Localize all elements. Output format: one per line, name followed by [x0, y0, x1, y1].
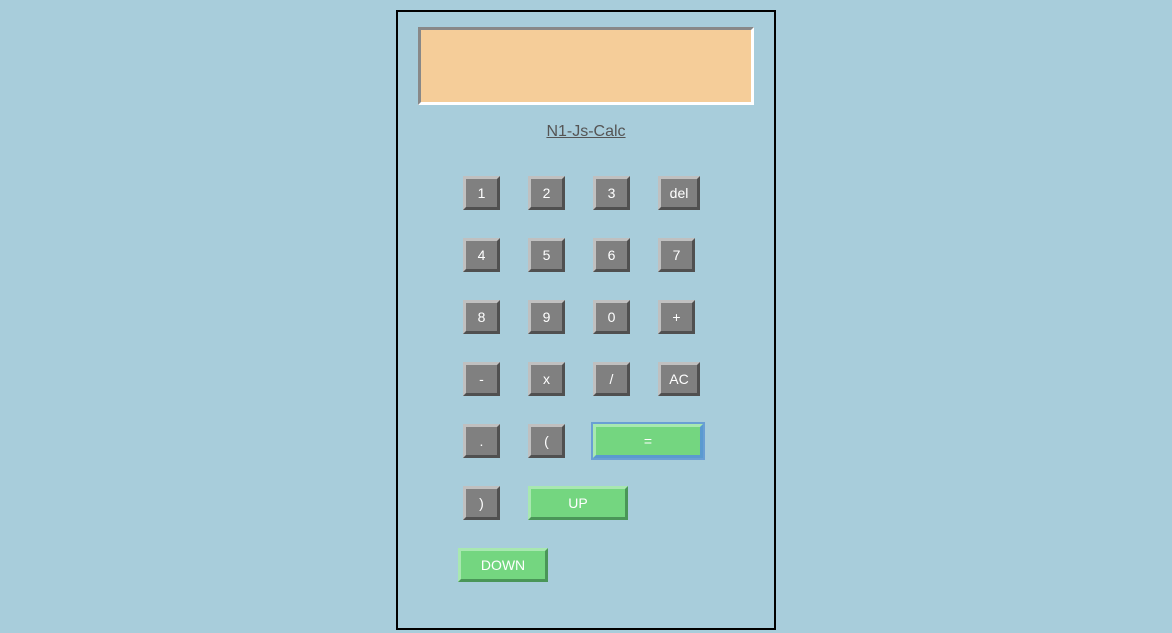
row-1: 1 2 3 del: [463, 176, 754, 210]
key-8[interactable]: 8: [463, 300, 500, 334]
key-minus[interactable]: -: [463, 362, 500, 396]
row-2: 4 5 6 7: [463, 238, 754, 272]
key-up[interactable]: UP: [528, 486, 628, 520]
key-4[interactable]: 4: [463, 238, 500, 272]
key-close-paren[interactable]: ): [463, 486, 500, 520]
key-divide[interactable]: /: [593, 362, 630, 396]
calculator-title: N1-Js-Calc: [418, 123, 754, 141]
row-6: ) UP: [463, 486, 754, 520]
key-ac[interactable]: AC: [658, 362, 700, 396]
row-5: . ( =: [463, 424, 754, 458]
key-del[interactable]: del: [658, 176, 700, 210]
key-5[interactable]: 5: [528, 238, 565, 272]
row-3: 8 9 0 +: [463, 300, 754, 334]
key-2[interactable]: 2: [528, 176, 565, 210]
key-multiply[interactable]: x: [528, 362, 565, 396]
key-dot[interactable]: .: [463, 424, 500, 458]
key-down[interactable]: DOWN: [458, 548, 548, 582]
calculator-panel: N1-Js-Calc 1 2 3 del 4 5 6 7 8 9 0 + - x…: [396, 10, 776, 630]
key-equals[interactable]: =: [593, 424, 703, 458]
keypad: 1 2 3 del 4 5 6 7 8 9 0 + - x / AC . ( =: [418, 176, 754, 582]
key-open-paren[interactable]: (: [528, 424, 565, 458]
key-7[interactable]: 7: [658, 238, 695, 272]
key-1[interactable]: 1: [463, 176, 500, 210]
key-9[interactable]: 9: [528, 300, 565, 334]
key-3[interactable]: 3: [593, 176, 630, 210]
key-plus[interactable]: +: [658, 300, 695, 334]
key-0[interactable]: 0: [593, 300, 630, 334]
row-7: DOWN: [458, 548, 754, 582]
row-4: - x / AC: [463, 362, 754, 396]
display-screen: [418, 27, 754, 105]
key-6[interactable]: 6: [593, 238, 630, 272]
